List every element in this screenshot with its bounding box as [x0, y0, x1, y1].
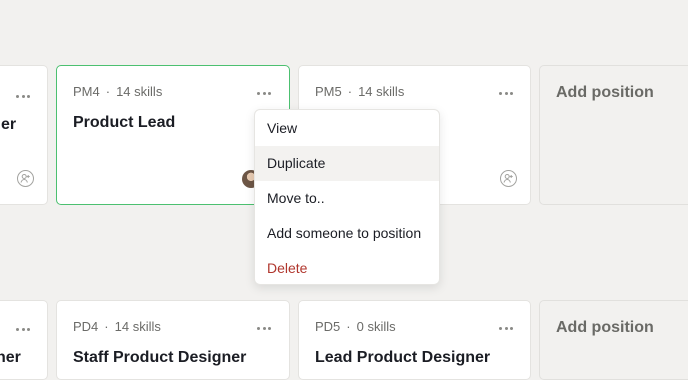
position-card-pd5[interactable]: PD5 · 0 skills Lead Product Designer	[298, 300, 531, 380]
separator-dot: ·	[347, 84, 353, 99]
position-meta: PM4 · 14 skills	[73, 84, 162, 99]
position-card-partial[interactable]: ner	[0, 300, 48, 380]
add-position-card[interactable]: Add position	[539, 65, 688, 205]
skills-count: 14 skills	[358, 84, 405, 99]
position-title: ner	[0, 349, 21, 366]
position-code: PM4	[73, 84, 100, 99]
more-options-icon[interactable]	[16, 93, 30, 99]
separator-dot: ·	[105, 84, 111, 99]
menu-item-move-to[interactable]: Move to..	[255, 181, 439, 216]
add-person-icon[interactable]	[17, 170, 34, 187]
separator-dot: ·	[346, 319, 351, 334]
position-code: PD4	[73, 319, 99, 334]
menu-item-delete[interactable]: Delete	[255, 251, 439, 286]
more-options-icon[interactable]	[257, 90, 271, 96]
add-person-icon[interactable]	[500, 170, 517, 187]
position-card-partial[interactable]: er	[0, 65, 48, 205]
add-position-card[interactable]: Add position	[539, 300, 688, 380]
position-code: PM5	[315, 84, 342, 99]
more-options-icon[interactable]	[499, 325, 513, 331]
position-title: Staff Product Designer	[73, 349, 247, 366]
position-title: Lead Product Designer	[315, 349, 491, 366]
position-meta: PM5 · 14 skills	[315, 84, 404, 99]
menu-item-view[interactable]: View	[255, 111, 439, 146]
more-options-icon[interactable]	[499, 90, 513, 96]
position-code: PD5	[315, 319, 341, 334]
skills-count: 0 skills	[356, 319, 396, 334]
more-options-icon[interactable]	[257, 325, 271, 331]
add-position-label: Add position	[556, 319, 654, 336]
context-menu: View Duplicate Move to.. Add someone to …	[254, 109, 440, 285]
add-position-label: Add position	[556, 84, 654, 101]
position-meta: PD4 · 14 skills	[73, 319, 161, 334]
position-title: er	[1, 116, 17, 133]
menu-item-duplicate[interactable]: Duplicate	[255, 146, 439, 181]
more-options-icon[interactable]	[16, 326, 30, 332]
skills-count: 14 skills	[116, 84, 163, 99]
position-title: Product Lead	[73, 114, 176, 131]
separator-dot: ·	[104, 319, 109, 334]
position-meta: PD5 · 0 skills	[315, 319, 396, 334]
position-card-pd4[interactable]: PD4 · 14 skills Staff Product Designer	[56, 300, 290, 380]
menu-item-add-someone[interactable]: Add someone to position	[255, 216, 439, 251]
skills-count: 14 skills	[114, 319, 161, 334]
